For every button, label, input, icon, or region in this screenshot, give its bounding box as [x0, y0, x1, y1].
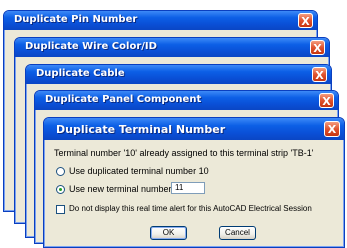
new-terminal-number-input[interactable]: 11	[171, 182, 205, 194]
dialog-title: Duplicate Wire Color/ID	[25, 41, 157, 52]
do-not-display-checkbox[interactable]	[56, 205, 65, 214]
alert-message: Terminal number '10' already assigned to…	[54, 148, 314, 158]
dialog-title: Duplicate Terminal Number	[56, 123, 226, 136]
close-icon[interactable]: X	[324, 121, 340, 137]
close-icon[interactable]: X	[319, 93, 334, 108]
dialog-title: Duplicate Pin Number	[14, 14, 138, 25]
dialog-title-bar[interactable]: Duplicate Cable X	[26, 65, 331, 84]
cancel-button[interactable]: Cancel	[219, 226, 256, 240]
radio-use-new-label[interactable]: Use new terminal number	[69, 184, 172, 194]
radio-use-new[interactable]	[56, 185, 65, 194]
dialog-title: Duplicate Cable	[36, 68, 125, 79]
dialog-title: Duplicate Panel Component	[45, 94, 202, 105]
do-not-display-label[interactable]: Do not display this real time alert for …	[69, 204, 312, 213]
dialog-title-bar[interactable]: Duplicate Terminal Number X	[44, 118, 344, 140]
close-icon[interactable]: X	[298, 13, 313, 28]
close-icon[interactable]: X	[310, 40, 325, 55]
radio-use-duplicated[interactable]	[56, 167, 65, 176]
radio-use-duplicated-label[interactable]: Use duplicated terminal number 10	[69, 166, 209, 176]
close-icon[interactable]: X	[312, 67, 327, 82]
ok-button[interactable]: OK	[150, 226, 187, 240]
dialog-title-bar[interactable]: Duplicate Pin Number X	[4, 11, 317, 30]
dialog-title-bar[interactable]: Duplicate Panel Component X	[35, 91, 338, 110]
dialog-title-bar[interactable]: Duplicate Wire Color/ID X	[15, 38, 329, 57]
dialog-duplicate-terminal-number: Duplicate Terminal Number X Terminal num…	[43, 117, 345, 248]
